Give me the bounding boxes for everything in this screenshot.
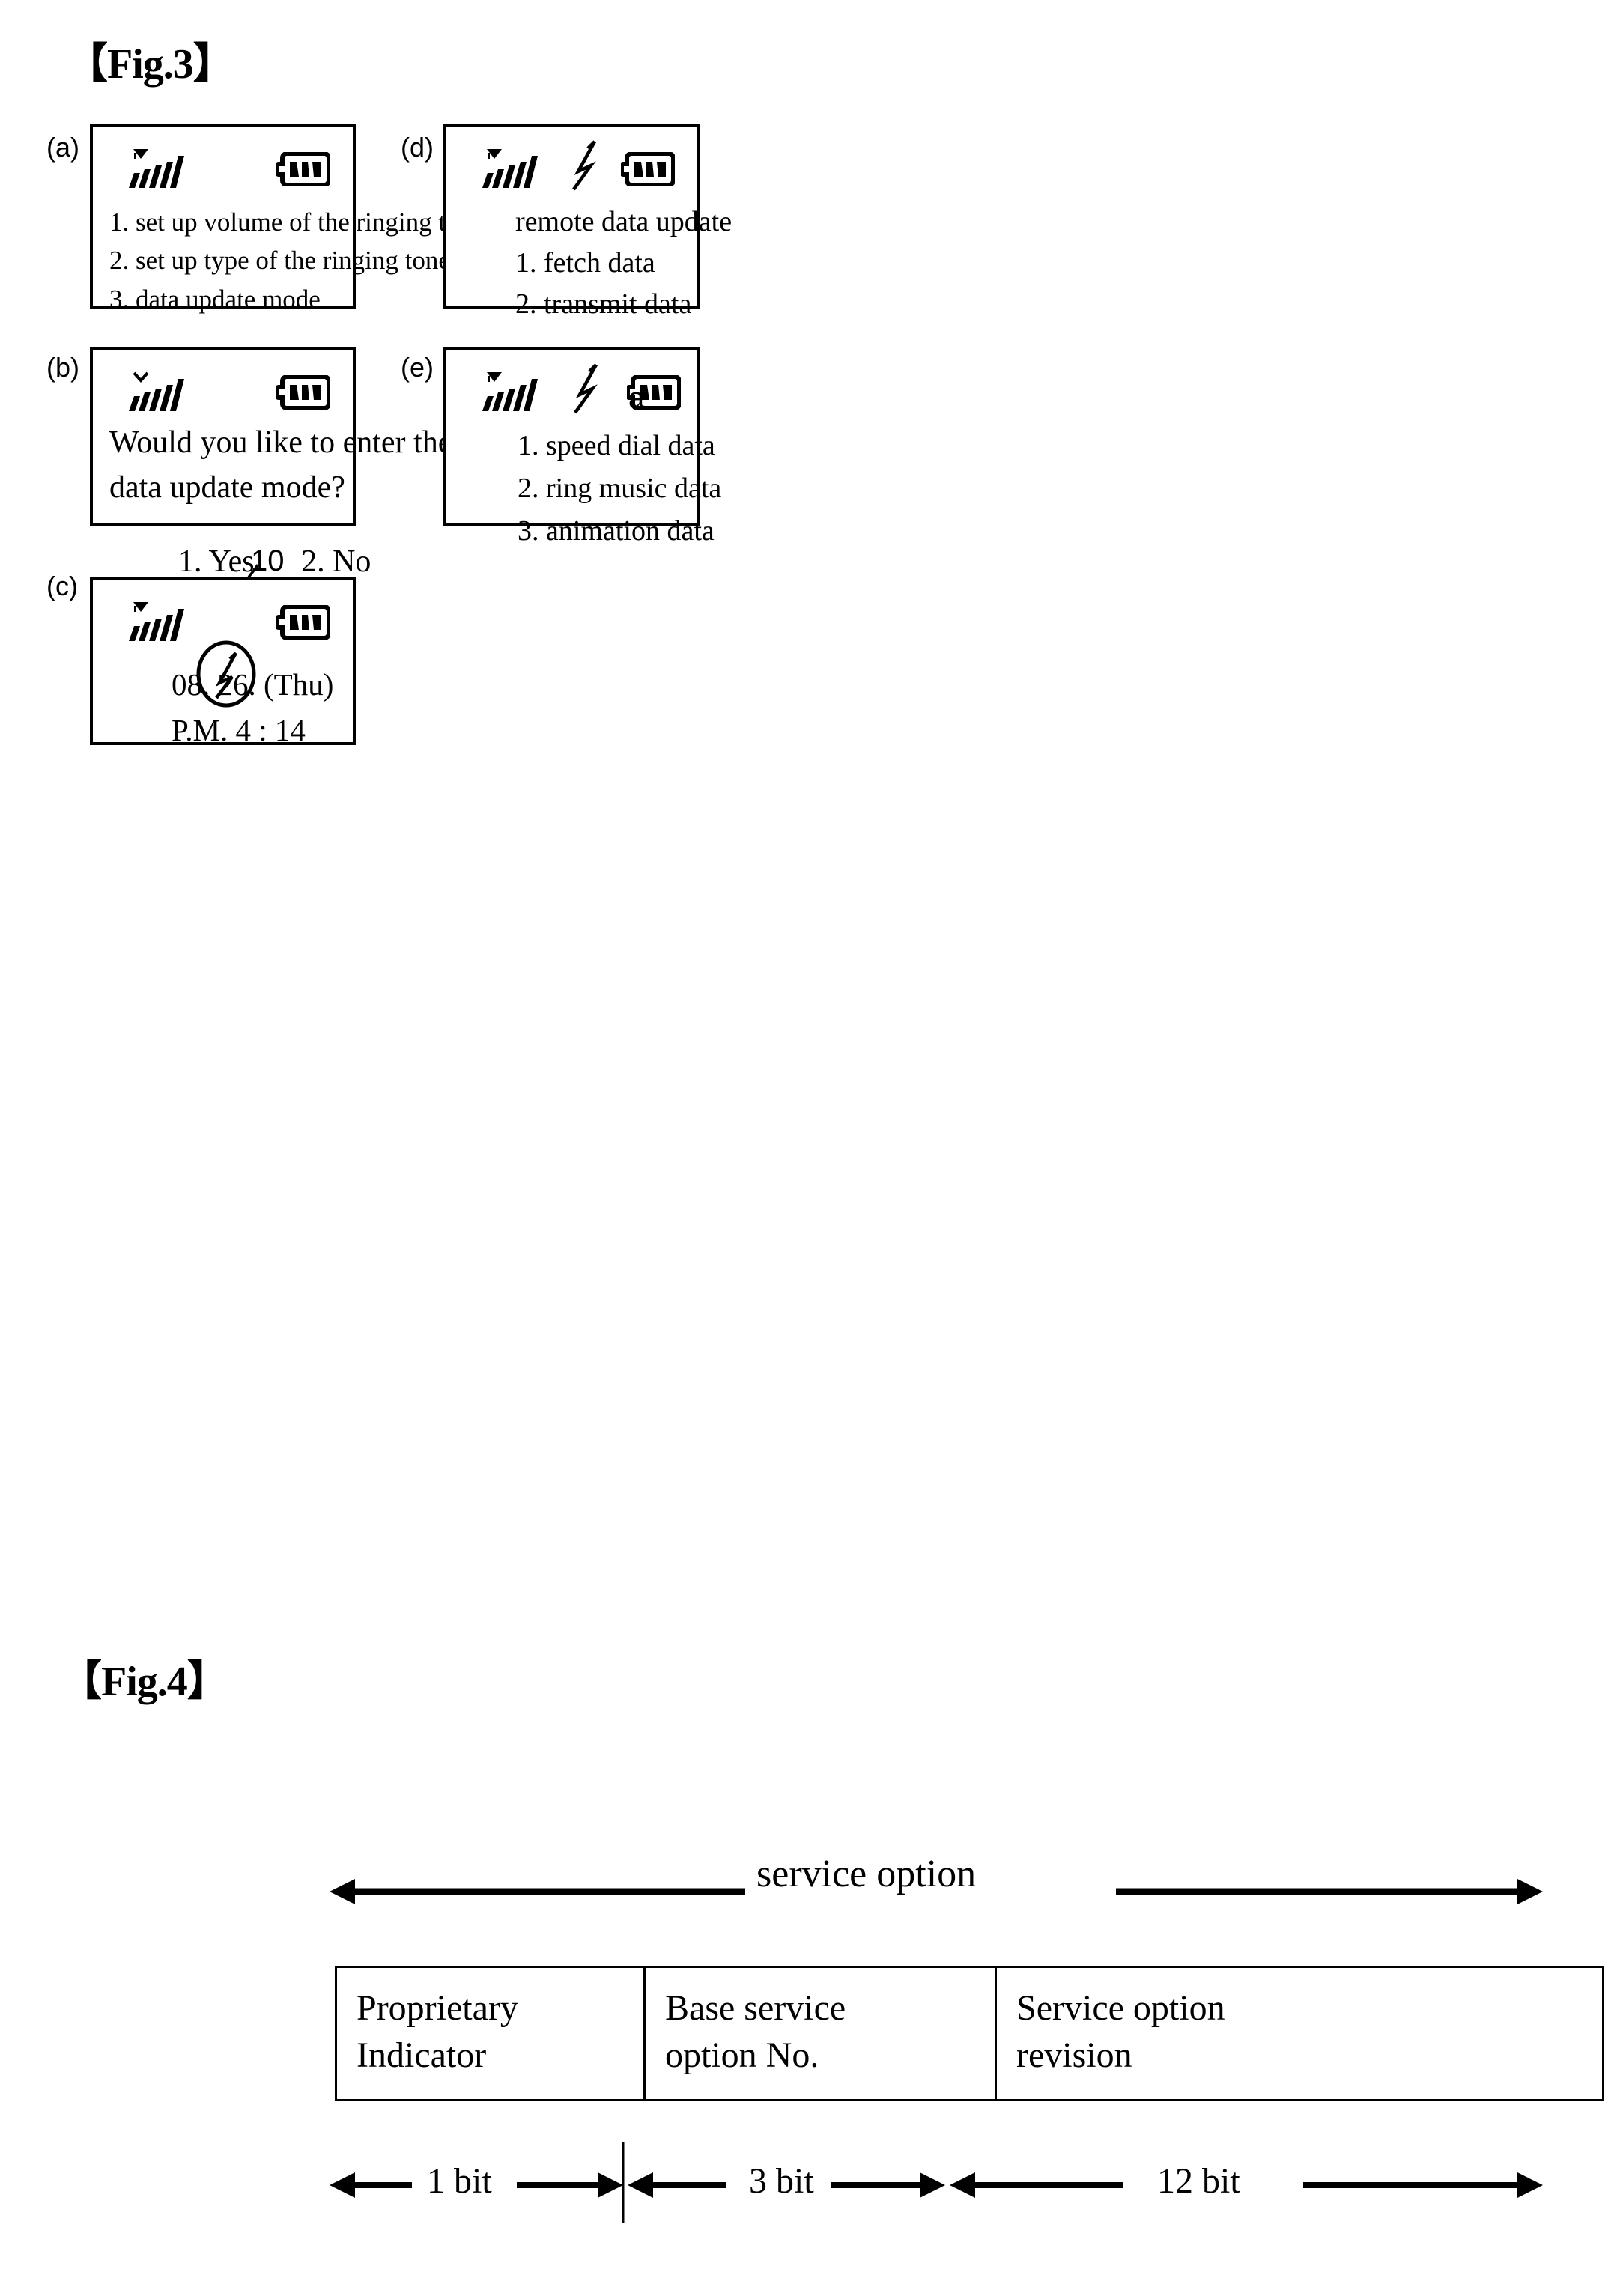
status-bar-b bbox=[93, 363, 353, 423]
cell-line: Base service bbox=[665, 1988, 846, 2028]
service-option-bitfield-table: Proprietary Indicator Base service optio… bbox=[335, 1966, 1604, 2101]
bit-width-label-1: 1 bit bbox=[427, 2161, 492, 2201]
menu-item[interactable]: 1. fetch data bbox=[515, 243, 732, 284]
lightning-bolt-icon bbox=[566, 362, 610, 419]
bit-width-dimension-arrows bbox=[330, 2142, 1543, 2223]
prompt-line: Would you like to enter the bbox=[109, 425, 452, 460]
battery-icon bbox=[621, 152, 675, 186]
status-bar-e: a bbox=[446, 363, 697, 423]
panel-letter-a: (a) bbox=[46, 132, 79, 163]
cell-line: option No. bbox=[665, 2035, 819, 2076]
menu-item[interactable]: 2. set up type of the ringing tone bbox=[109, 241, 484, 279]
prompt-line: data update mode? bbox=[109, 470, 345, 505]
bit-width-label-3: 12 bit bbox=[1157, 2161, 1240, 2201]
cell-proprietary-indicator: Proprietary Indicator bbox=[335, 1966, 646, 2101]
phone-screen-c: 08. 26. (Thu) P.M. 4 : 14 bbox=[90, 577, 356, 747]
answer-no[interactable]: 2. No bbox=[301, 544, 371, 579]
menu-item[interactable]: 2. ring music data bbox=[518, 467, 721, 510]
cell-line: Indicator bbox=[357, 2035, 487, 2076]
phone-screen-a: 1. set up volume of the ringing tone 2. … bbox=[90, 124, 484, 314]
panel-letter-d: (d) bbox=[401, 132, 434, 163]
panel-letter-e: (e) bbox=[401, 352, 434, 383]
cell-line: Proprietary bbox=[357, 1988, 518, 2028]
bit-width-label-2: 3 bit bbox=[749, 2161, 814, 2201]
cell-base-service-option-no: Base service option No. bbox=[643, 1966, 997, 2101]
figure-4-label: 【Fig.4】 bbox=[60, 1659, 229, 1705]
battery-icon bbox=[276, 375, 330, 410]
phone-screen-e: a 1. speed dial data 2. ring music data … bbox=[443, 347, 721, 547]
signal-bars-icon bbox=[118, 369, 199, 419]
time-line: P.M. 4 : 14 bbox=[172, 712, 306, 747]
menu-list-a: 1. set up volume of the ringing tone 2. … bbox=[109, 203, 484, 318]
panel-letter-c: (c) bbox=[46, 571, 78, 601]
menu-list-e: 1. speed dial data 2. ring music data 3.… bbox=[518, 425, 721, 553]
menu-item[interactable]: 2. transmit data bbox=[515, 284, 732, 325]
menu-item[interactable]: 1. speed dial data bbox=[518, 425, 721, 467]
menu-item[interactable]: 1. set up volume of the ringing tone bbox=[109, 203, 484, 241]
status-bar-c bbox=[93, 593, 353, 708]
phone-screen-d: remote data update 1. fetch data 2. tran… bbox=[443, 124, 732, 320]
menu-item[interactable]: 3. animation data bbox=[518, 510, 721, 553]
screen-title-d: remote data update bbox=[515, 206, 732, 237]
menu-list-d: remote data update 1. fetch data 2. tran… bbox=[515, 201, 732, 325]
cell-line: revision bbox=[1016, 2035, 1132, 2076]
phone-screen-b: Would you like to enter the data update … bbox=[90, 347, 452, 579]
lightning-bolt-icon bbox=[565, 139, 608, 195]
battery-icon bbox=[627, 375, 681, 410]
figure-3-label: 【Fig.3】 bbox=[66, 41, 235, 88]
battery-icon bbox=[276, 605, 330, 640]
cell-line: Service option bbox=[1016, 1988, 1225, 2028]
signal-bars-icon bbox=[118, 146, 199, 195]
menu-item[interactable]: 3. data update mode bbox=[109, 280, 484, 318]
table-row: Proprietary Indicator Base service optio… bbox=[335, 1966, 1604, 2101]
service-option-label: service option bbox=[756, 1853, 977, 1895]
battery-icon bbox=[276, 152, 330, 186]
signal-bars-icon bbox=[472, 146, 553, 195]
panel-letter-b: (b) bbox=[46, 352, 79, 383]
signal-bars-icon bbox=[118, 599, 199, 649]
status-bar-d bbox=[446, 140, 697, 200]
clock-display-c: 08. 26. (Thu) P.M. 4 : 14 bbox=[172, 662, 333, 753]
date-line: 08. 26. (Thu) bbox=[172, 667, 334, 702]
cell-service-option-revision: Service option revision bbox=[995, 1966, 1604, 2101]
signal-bars-icon bbox=[472, 369, 553, 419]
status-bar-a bbox=[93, 140, 353, 200]
